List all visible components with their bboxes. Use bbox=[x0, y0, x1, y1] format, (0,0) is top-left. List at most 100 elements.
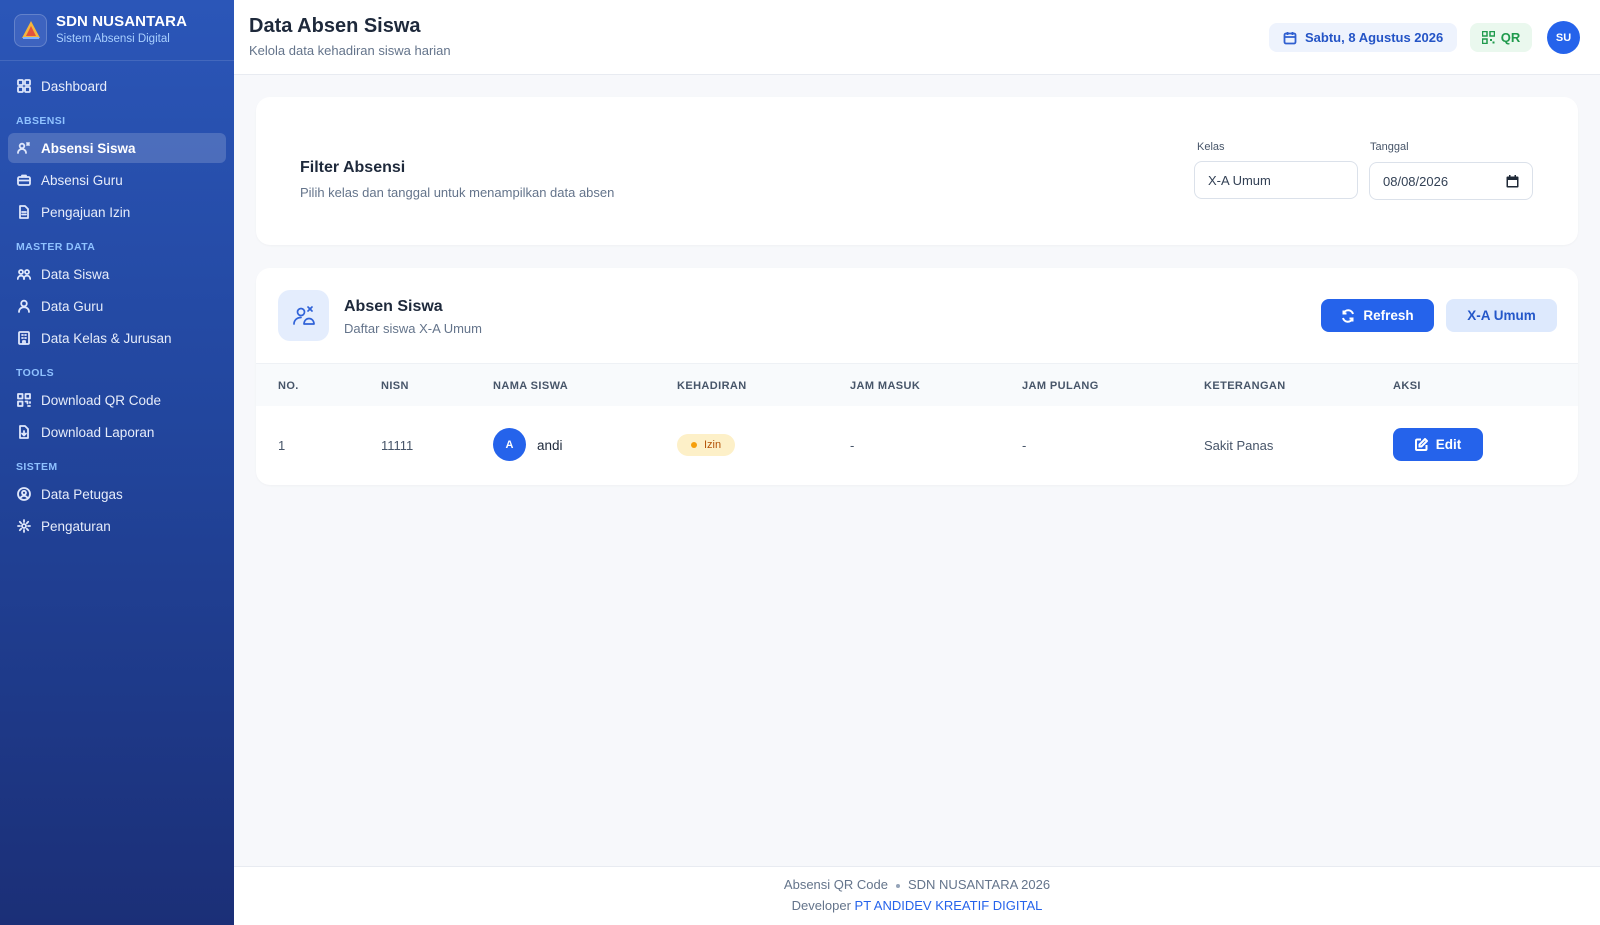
kelas-select[interactable]: X-A Umum bbox=[1194, 161, 1358, 199]
sidebar-item-data-siswa[interactable]: Data Siswa bbox=[8, 259, 226, 289]
report-icon bbox=[17, 425, 31, 439]
footer-app-name: Absensi QR Code bbox=[783, 877, 888, 892]
sidebar-item-pengaturan[interactable]: Pengaturan bbox=[8, 511, 226, 541]
qr-icon bbox=[1481, 31, 1495, 44]
sidebar-item-download-qr[interactable]: Download QR Code bbox=[8, 385, 226, 415]
table-card-subtitle: Daftar siswa X-A Umum bbox=[344, 321, 482, 336]
filter-title: Filter Absensi bbox=[300, 159, 406, 176]
footer-developer: Developer PT ANDIDEV KREATIF DIGITAL bbox=[234, 898, 1600, 913]
column-header-aksi: AKSI bbox=[1393, 380, 1421, 392]
cell-jam-masuk: - bbox=[850, 438, 855, 453]
sidebar-section-title: MASTER DATA bbox=[16, 241, 96, 253]
sidebar-item-label: Pengaturan bbox=[41, 518, 111, 534]
sidebar: SDN NUSANTARA Sistem Absensi Digital Das… bbox=[0, 0, 234, 925]
cell-nisn: 11111 bbox=[381, 438, 414, 453]
school-logo-icon bbox=[14, 13, 47, 47]
sidebar-item-label: Data Guru bbox=[41, 298, 104, 314]
status-dot bbox=[691, 442, 697, 448]
sidebar-item-data-petugas[interactable]: Data Petugas bbox=[8, 479, 226, 509]
current-date: Sabtu, 8 Agustus 2026 bbox=[1305, 30, 1444, 45]
refresh-label: Refresh bbox=[1363, 308, 1414, 323]
sidebar-section-title: ABSENSI bbox=[16, 115, 66, 127]
brand[interactable]: SDN NUSANTARA Sistem Absensi Digital bbox=[0, 0, 234, 61]
footer: Absensi QR Code SDN NUSANTARA 2026 Develo… bbox=[234, 866, 1600, 925]
building-icon bbox=[17, 331, 31, 345]
sidebar-section-title: TOOLS bbox=[16, 367, 54, 379]
table-card-title: Absen Siswa bbox=[344, 298, 443, 315]
sidebar-item-absensi-siswa[interactable]: Absensi Siswa bbox=[8, 133, 226, 163]
sidebar-item-label: Data Siswa bbox=[41, 266, 110, 282]
sidebar-item-pengajuan-izin[interactable]: Pengajuan Izin bbox=[8, 197, 226, 227]
column-header-nisn: NISN bbox=[381, 380, 409, 392]
tanggal-value: 08/08/2026 bbox=[1383, 173, 1449, 189]
filter-card: Filter Absensi Pilih kelas dan tanggal u… bbox=[256, 97, 1578, 245]
developer-link[interactable]: PT ANDIDEV KREATIF DIGITAL bbox=[855, 898, 1043, 913]
refresh-button[interactable]: Refresh bbox=[1321, 299, 1434, 332]
sidebar-item-label: Pengajuan Izin bbox=[41, 204, 131, 220]
table-row: 1 11111 A andi Izin - - Sakit Panas Edit bbox=[256, 406, 1578, 485]
edit-button[interactable]: Edit bbox=[1393, 428, 1483, 461]
sidebar-item-label: Dashboard bbox=[41, 78, 108, 94]
attendance-icon bbox=[278, 290, 329, 341]
footer-school: SDN NUSANTARA 2026 bbox=[907, 877, 1051, 892]
footer-line: Absensi QR Code SDN NUSANTARA 2026 bbox=[234, 877, 1600, 892]
sidebar-item-data-kelas[interactable]: Data Kelas & Jurusan bbox=[8, 323, 226, 353]
qr-label: QR bbox=[1500, 30, 1521, 45]
users-scan-icon bbox=[17, 141, 31, 155]
top-header: Data Absen Siswa Kelola data kehadiran s… bbox=[234, 0, 1600, 75]
brand-subtitle: Sistem Absensi Digital bbox=[56, 33, 170, 45]
sidebar-item-label: Download Laporan bbox=[41, 424, 155, 440]
column-header-jam-pulang: JAM PULANG bbox=[1022, 380, 1099, 392]
students-icon bbox=[17, 267, 31, 281]
cell-jam-pulang: - bbox=[1022, 438, 1027, 453]
edit-label: Edit bbox=[1435, 437, 1462, 452]
table-header: NO. NISN NAMA SISWA KEHADIRAN JAM MASUK … bbox=[256, 363, 1578, 406]
status-label: Izin bbox=[704, 439, 722, 451]
class-badge-button[interactable]: X-A Umum bbox=[1446, 299, 1557, 332]
date-chip: Sabtu, 8 Agustus 2026 bbox=[1269, 23, 1458, 52]
tanggal-date-input[interactable]: 08/08/2026 bbox=[1369, 162, 1533, 200]
refresh-icon bbox=[1342, 308, 1355, 323]
briefcase-icon bbox=[17, 173, 31, 187]
column-header-nama: NAMA SISWA bbox=[493, 380, 569, 392]
cell-nama: andi bbox=[537, 438, 563, 453]
sidebar-item-absensi-guru[interactable]: Absensi Guru bbox=[8, 165, 226, 195]
cell-no: 1 bbox=[278, 438, 286, 453]
sidebar-item-label: Data Petugas bbox=[41, 486, 123, 502]
page-title: Data Absen Siswa bbox=[249, 15, 421, 37]
student-avatar: A bbox=[493, 428, 526, 461]
column-header-jam-masuk: JAM MASUK bbox=[850, 380, 921, 392]
edit-icon bbox=[1414, 438, 1428, 451]
gear-icon bbox=[17, 519, 31, 533]
sidebar-item-data-guru[interactable]: Data Guru bbox=[8, 291, 226, 321]
column-header-keterangan: KETERANGAN bbox=[1204, 380, 1286, 392]
calendar-picker-icon[interactable] bbox=[1506, 175, 1519, 188]
developer-prefix: Developer bbox=[791, 898, 851, 913]
brand-title: SDN NUSANTARA bbox=[56, 13, 188, 30]
sidebar-item-download-laporan[interactable]: Download Laporan bbox=[8, 417, 226, 447]
column-header-kehadiran: KEHADIRAN bbox=[677, 380, 747, 392]
sidebar-item-label: Absensi Siswa bbox=[41, 140, 136, 156]
grid-icon bbox=[17, 79, 31, 93]
status-badge: Izin bbox=[677, 434, 736, 456]
kelas-value: X-A Umum bbox=[1208, 172, 1271, 188]
cell-keterangan: Sakit Panas bbox=[1204, 438, 1274, 453]
sidebar-section-title: SISTEM bbox=[16, 461, 58, 473]
footer-separator bbox=[895, 883, 900, 888]
user-circle-icon bbox=[17, 487, 31, 501]
tanggal-label: Tanggal bbox=[1370, 141, 1409, 153]
user-icon bbox=[17, 299, 31, 313]
user-avatar[interactable]: SU bbox=[1547, 21, 1580, 54]
column-header-no: NO. bbox=[278, 380, 299, 392]
qr-button[interactable]: QR bbox=[1470, 23, 1532, 52]
sidebar-item-label: Data Kelas & Jurusan bbox=[41, 330, 172, 346]
document-icon bbox=[17, 205, 31, 219]
sidebar-item-label: Absensi Guru bbox=[41, 172, 123, 188]
absen-siswa-card: Absen Siswa Daftar siswa X-A Umum Refres… bbox=[256, 268, 1578, 485]
sidebar-item-dashboard[interactable]: Dashboard bbox=[8, 71, 226, 101]
calendar-icon bbox=[1283, 31, 1297, 44]
sidebar-nav: Dashboard ABSENSI Absensi Siswa Absensi … bbox=[0, 61, 234, 541]
page-subtitle: Kelola data kehadiran siswa harian bbox=[249, 43, 451, 58]
filter-subtitle: Pilih kelas dan tanggal untuk menampilka… bbox=[300, 185, 615, 200]
kelas-label: Kelas bbox=[1197, 141, 1225, 153]
